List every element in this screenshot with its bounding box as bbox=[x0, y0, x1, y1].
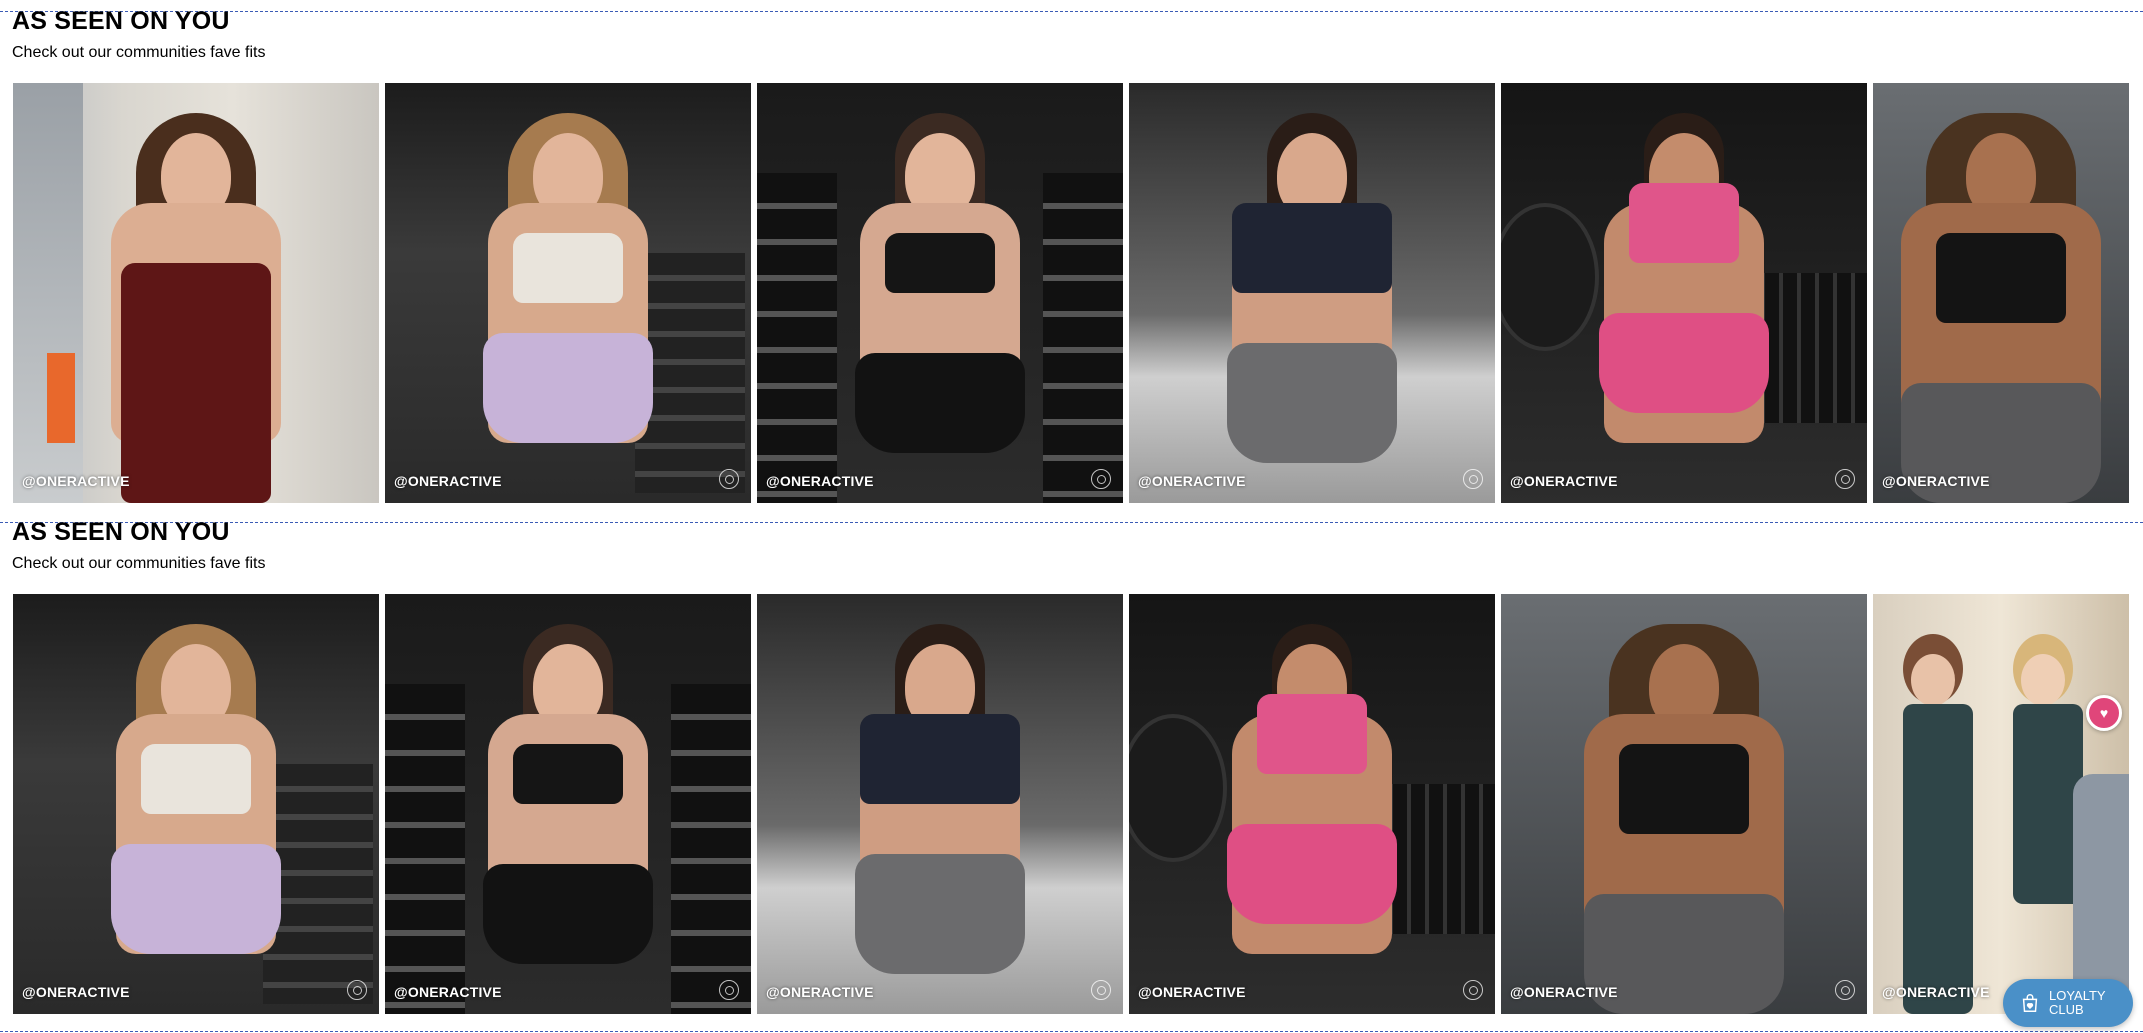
ugc-handle: @ONERACTIVE bbox=[1510, 473, 1618, 489]
ugc-handle: @ONERACTIVE bbox=[394, 984, 502, 1000]
ugc-handle: @ONERACTIVE bbox=[22, 984, 130, 1000]
heart-icon: ♥ bbox=[2099, 705, 2109, 721]
instagram-icon[interactable] bbox=[1835, 980, 1855, 1000]
ugc-tile[interactable]: @ONERACTIVE bbox=[1129, 83, 1495, 503]
instagram-icon[interactable] bbox=[1463, 980, 1483, 1000]
ugc-tile[interactable]: @ONERACTIVE bbox=[385, 594, 751, 1014]
ugc-tile[interactable]: @ONERACTIVE bbox=[1873, 83, 2129, 503]
section-title: AS SEEN ON YOU bbox=[12, 518, 230, 546]
ugc-handle: @ONERACTIVE bbox=[1138, 984, 1246, 1000]
shopping-bag-heart-icon bbox=[2022, 994, 2038, 1012]
wishlist-button[interactable]: ♥ bbox=[2086, 695, 2122, 731]
instagram-icon[interactable] bbox=[719, 469, 739, 489]
instagram-icon[interactable] bbox=[1463, 469, 1483, 489]
ugc-section-1: AS SEEN ON YOU Check out our communities… bbox=[0, 7, 2143, 512]
ugc-handle: @ONERACTIVE bbox=[394, 473, 502, 489]
instagram-icon[interactable] bbox=[1091, 469, 1111, 489]
ugc-handle: @ONERACTIVE bbox=[22, 473, 130, 489]
section-title: AS SEEN ON YOU bbox=[12, 7, 230, 35]
ugc-tile[interactable]: @ONERACTIVE bbox=[13, 83, 379, 503]
ugc-tile[interactable]: @ONERACTIVE bbox=[385, 83, 751, 503]
ugc-handle: @ONERACTIVE bbox=[1138, 473, 1246, 489]
ugc-tile[interactable]: @ONERACTIVE bbox=[1873, 594, 2129, 1014]
ugc-gallery-row: @ONERACTIVE @ONERACTIVE @ONERACTIVE @ONE… bbox=[13, 594, 2131, 1014]
instagram-icon[interactable] bbox=[1835, 469, 1855, 489]
loyalty-label: LOYALTY CLUB bbox=[2049, 988, 2106, 1017]
ugc-handle: @ONERACTIVE bbox=[766, 984, 874, 1000]
section-subtitle: Check out our communities fave fits bbox=[12, 555, 266, 572]
loyalty-club-button[interactable]: LOYALTY CLUB bbox=[2003, 979, 2133, 1027]
ugc-tile[interactable]: @ONERACTIVE bbox=[1501, 594, 1867, 1014]
section-subtitle: Check out our communities fave fits bbox=[12, 44, 266, 61]
ugc-tile[interactable]: @ONERACTIVE bbox=[757, 83, 1123, 503]
ugc-handle: @ONERACTIVE bbox=[766, 473, 874, 489]
ugc-gallery-row: @ONERACTIVE @ONERACTIVE @ONERACTIVE @ONE… bbox=[13, 83, 2131, 503]
ugc-tile[interactable]: @ONERACTIVE bbox=[1129, 594, 1495, 1014]
ugc-handle: @ONERACTIVE bbox=[1882, 473, 1990, 489]
instagram-icon[interactable] bbox=[347, 980, 367, 1000]
ugc-tile[interactable]: @ONERACTIVE bbox=[757, 594, 1123, 1014]
instagram-icon[interactable] bbox=[719, 980, 739, 1000]
ugc-section-2: AS SEEN ON YOU Check out our communities… bbox=[0, 518, 2143, 1023]
ugc-handle: @ONERACTIVE bbox=[1882, 984, 1990, 1000]
section-divider bbox=[0, 1031, 2143, 1032]
instagram-icon[interactable] bbox=[1091, 980, 1111, 1000]
ugc-handle: @ONERACTIVE bbox=[1510, 984, 1618, 1000]
ugc-tile[interactable]: @ONERACTIVE bbox=[13, 594, 379, 1014]
ugc-tile[interactable]: @ONERACTIVE bbox=[1501, 83, 1867, 503]
